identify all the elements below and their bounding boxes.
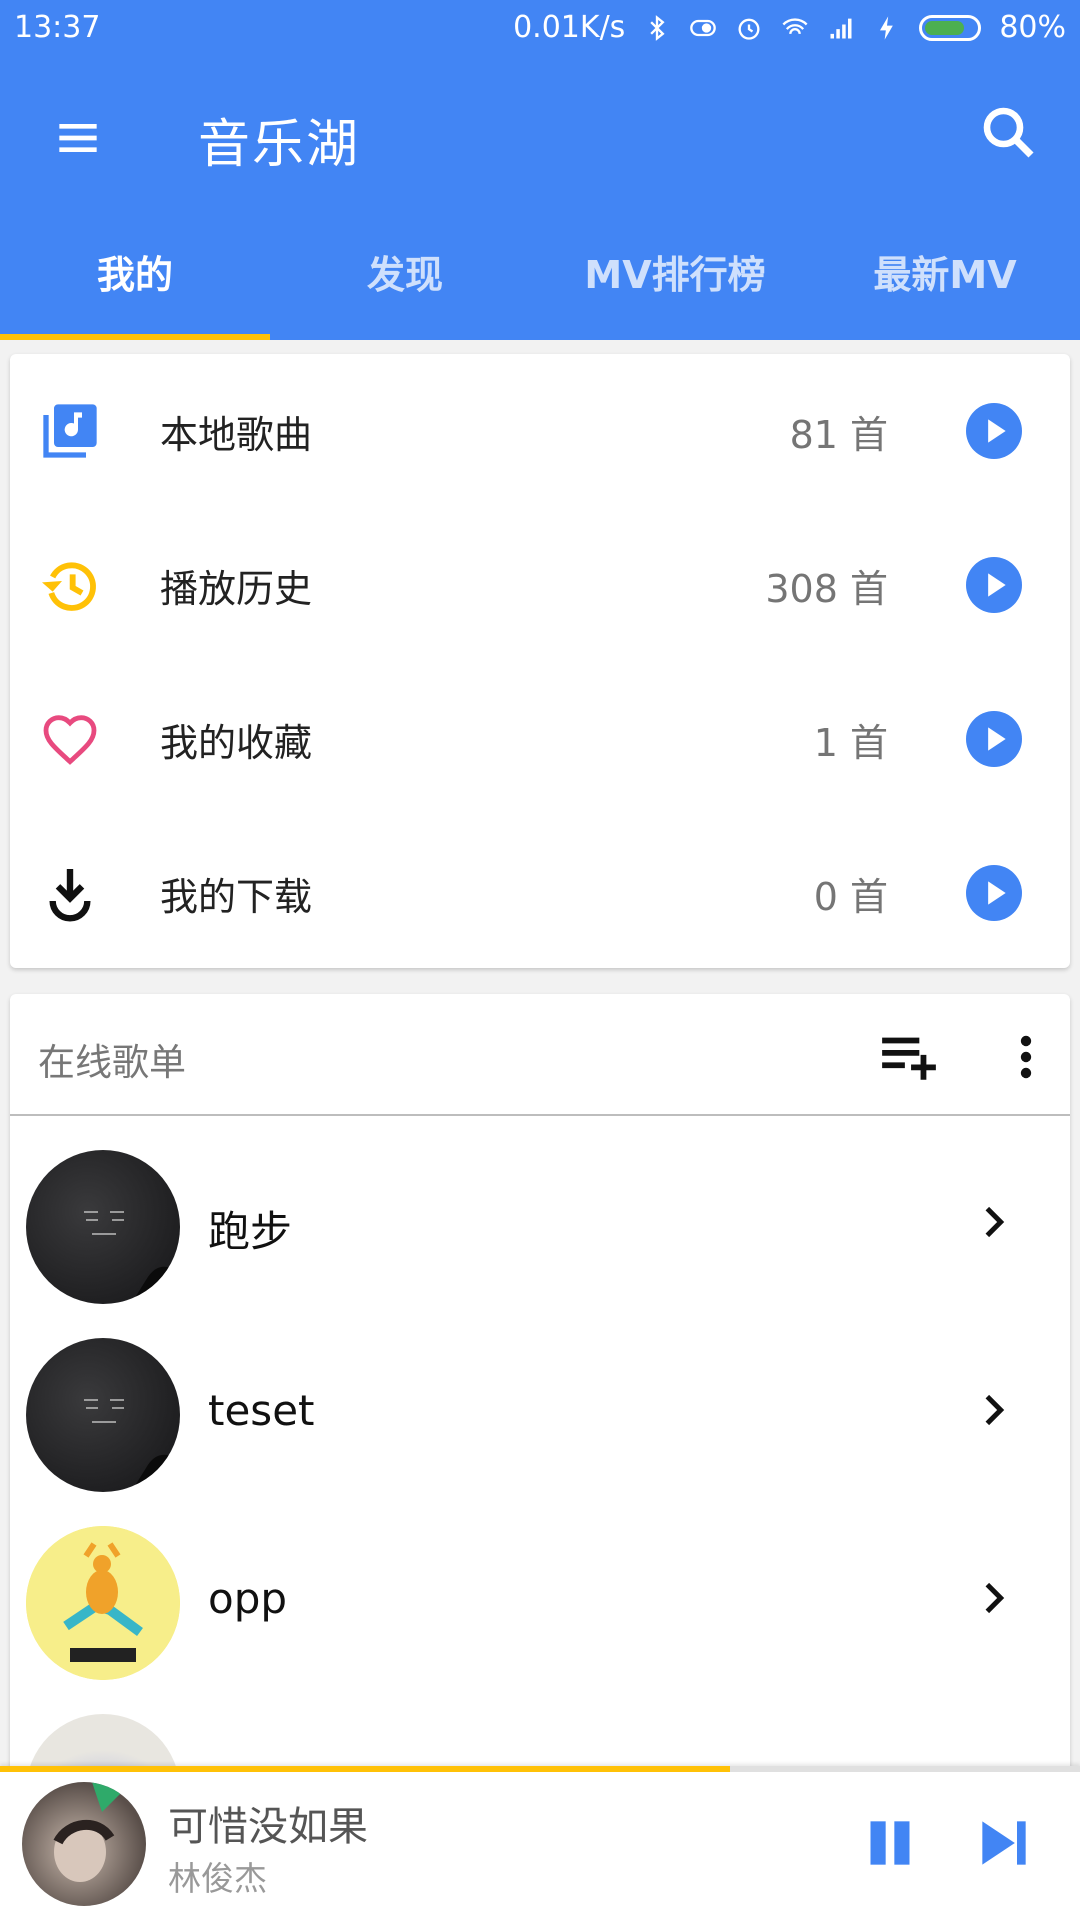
status-time: 13:37 — [14, 10, 101, 45]
mini-player[interactable]: 可惜没如果 林俊杰 — [0, 1766, 1080, 1920]
list-item-label: 我的下载 — [160, 875, 313, 919]
bluetooth-icon — [650, 14, 665, 41]
toolbar: 音乐湖 — [0, 70, 1080, 200]
search-icon[interactable] — [976, 100, 1042, 166]
cover-art — [84, 1399, 180, 1492]
list-item-label: 我的收藏 — [160, 721, 313, 765]
toggle-icon — [690, 19, 717, 36]
chevron-right-icon[interactable] — [974, 1576, 1014, 1620]
battery-percent: 80% — [999, 10, 1066, 45]
cover-art — [84, 1211, 180, 1304]
playlist-name: 跑步 — [208, 1207, 293, 1256]
menu-icon[interactable] — [50, 110, 106, 166]
cover-art — [53, 1782, 132, 1882]
tab-indicator — [0, 334, 270, 340]
song-count: 81 首 — [789, 413, 888, 457]
playlist-item[interactable]: 跑步 — [10, 1128, 1070, 1316]
app-bar: 13:37 0.01K/s 80% 音乐湖 我的 发现 MV排行榜 最新MV — [0, 0, 1080, 340]
list-item-downloads[interactable]: 我的下载 0 首 — [10, 816, 1070, 970]
wifi-icon — [782, 17, 808, 34]
online-playlists-card: 在线歌单 跑步 teset opp — [10, 994, 1070, 1774]
signal-icon — [830, 18, 852, 38]
play-icon[interactable] — [966, 403, 1022, 459]
battery-icon — [919, 14, 982, 41]
more-vert-icon[interactable] — [1018, 1032, 1034, 1082]
playlist-item[interactable] — [10, 1692, 1070, 1774]
play-icon[interactable] — [966, 557, 1022, 613]
music-library-icon — [43, 404, 97, 458]
playlist-add-icon[interactable] — [878, 1032, 940, 1082]
playlist-item[interactable]: teset — [10, 1316, 1070, 1504]
playlist-name: opp — [208, 1574, 288, 1623]
my-music-card: 本地歌曲 81 首 播放历史 308 首 我的收藏 1 首 我的下载 0 首 — [10, 354, 1070, 968]
play-icon[interactable] — [966, 711, 1022, 767]
list-item-local-songs[interactable]: 本地歌曲 81 首 — [10, 354, 1070, 508]
alarm-icon — [738, 18, 760, 40]
list-item-label: 播放历史 — [160, 567, 313, 611]
playlist-cover — [26, 1714, 180, 1774]
playlist-cover — [26, 1150, 180, 1304]
playlist-cover — [26, 1526, 180, 1680]
skip-next-icon[interactable] — [978, 1816, 1030, 1870]
tab-mine[interactable]: 我的 — [0, 240, 270, 340]
tab-latest-mv[interactable]: 最新MV — [810, 240, 1080, 340]
playlist-name: teset — [208, 1386, 315, 1435]
now-playing-cover[interactable] — [22, 1782, 146, 1906]
download-icon — [49, 869, 91, 922]
song-count: 1 首 — [813, 721, 888, 765]
app-title: 音乐湖 — [198, 115, 361, 175]
now-playing-artist: 林俊杰 — [168, 1859, 267, 1898]
playlists-header: 在线歌单 — [10, 994, 1070, 1116]
cover-art — [26, 1526, 180, 1680]
playlists-header-title: 在线歌单 — [38, 1041, 186, 1084]
charging-icon — [880, 15, 894, 40]
chevron-right-icon[interactable] — [974, 1200, 1014, 1244]
list-item-label: 本地歌曲 — [160, 413, 313, 457]
tab-mv-chart[interactable]: MV排行榜 — [540, 240, 810, 340]
network-speed: 0.01K/s — [513, 10, 626, 45]
playlist-cover — [26, 1338, 180, 1492]
history-icon — [42, 562, 96, 611]
list-item-play-history[interactable]: 播放历史 308 首 — [10, 508, 1070, 662]
chevron-right-icon[interactable] — [974, 1388, 1014, 1432]
list-item-favorites[interactable]: 我的收藏 1 首 — [10, 662, 1070, 816]
pause-icon[interactable] — [864, 1816, 916, 1870]
song-count: 0 首 — [813, 875, 888, 919]
song-count: 308 首 — [765, 567, 888, 611]
playback-progress[interactable] — [0, 1766, 731, 1772]
status-bar: 13:37 0.01K/s 80% — [0, 0, 1080, 58]
now-playing-title: 可惜没如果 — [168, 1804, 368, 1850]
tab-bar: 我的 发现 MV排行榜 最新MV — [0, 240, 1080, 340]
playlist-item[interactable]: opp — [10, 1504, 1070, 1692]
tab-discover[interactable]: 发现 — [270, 240, 540, 340]
play-icon[interactable] — [966, 865, 1022, 921]
heart-icon — [43, 715, 97, 765]
